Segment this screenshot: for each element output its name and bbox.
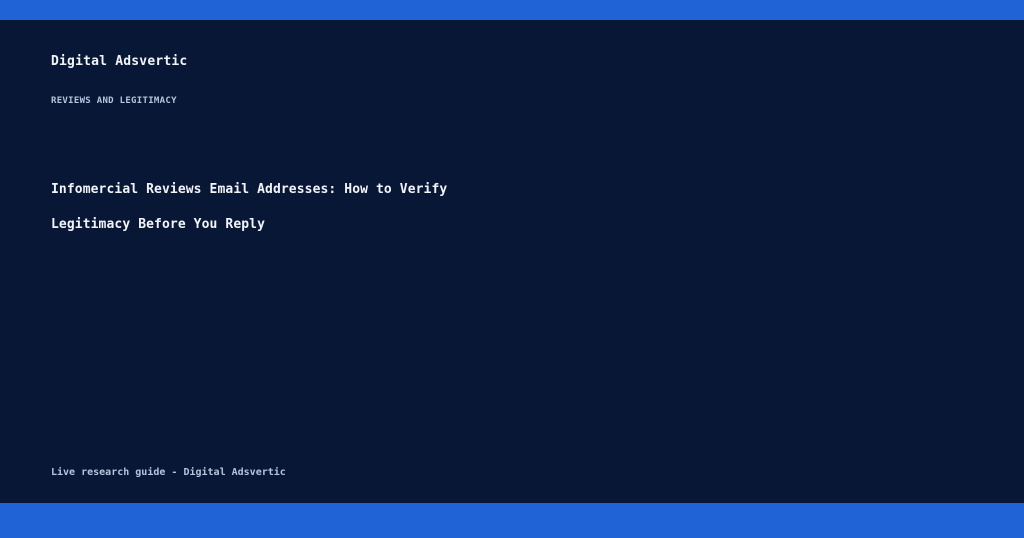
footer-note: Live research guide - Digital Adsvertic <box>51 467 286 478</box>
top-accent-bar <box>0 0 1024 20</box>
article-category: REVIEWS AND LEGITIMACY <box>51 96 177 106</box>
hero-panel <box>0 20 1024 503</box>
bottom-accent-bar <box>0 503 1024 538</box>
article-title: Infomercial Reviews Email Addresses: How… <box>51 182 448 232</box>
brand-name: Digital Adsvertic <box>51 54 188 69</box>
